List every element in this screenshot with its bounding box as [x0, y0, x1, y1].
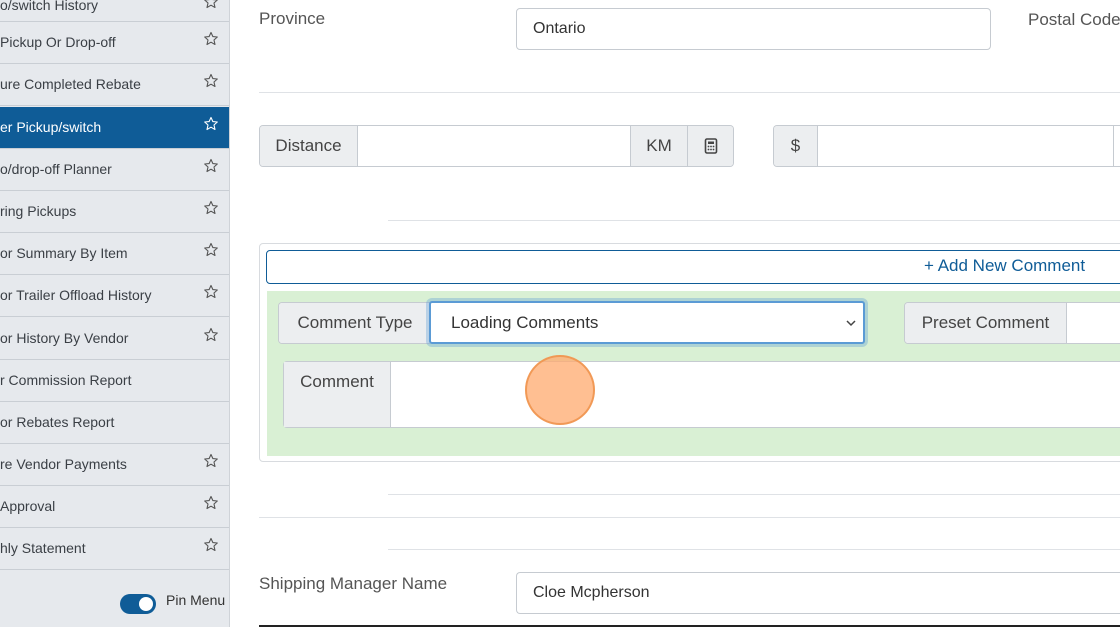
star-icon[interactable]	[203, 31, 219, 47]
sidebar-item[interactable]: Pickup Or Drop-off	[0, 22, 229, 64]
star-icon[interactable]	[203, 453, 219, 469]
preset-comment-select[interactable]	[1067, 303, 1120, 343]
click-indicator	[525, 355, 595, 425]
province-label: Province	[259, 9, 326, 28]
chevron-down-icon	[846, 320, 856, 327]
comment-type-select[interactable]: Loading Comments	[429, 301, 865, 344]
comment-type-value: Loading Comments	[451, 313, 599, 332]
star-icon[interactable]	[203, 200, 219, 216]
star-icon[interactable]	[203, 158, 219, 174]
sidebar-item[interactable]: or History By Vendor	[0, 318, 229, 360]
amount-addon-edge	[1113, 126, 1114, 166]
comment-textarea-group: Comment	[283, 361, 1120, 428]
province-input[interactable]: Ontario	[516, 8, 991, 50]
sidebar-item[interactable]: ure Completed Rebate	[0, 64, 229, 106]
sidebar-item-label: or Rebates Report	[0, 414, 115, 430]
calculator-button[interactable]	[688, 126, 733, 166]
sidebar-item-label: er Pickup/switch	[0, 119, 102, 135]
distance-input[interactable]	[358, 126, 630, 166]
comment-textarea[interactable]	[392, 362, 1120, 427]
sidebar-item-label: Pickup Or Drop-off	[0, 34, 116, 50]
sidebar-item[interactable]: hly Statement	[0, 528, 229, 570]
comment-type-addon-wrap: Comment Type	[278, 302, 430, 344]
star-icon[interactable]	[203, 284, 219, 300]
preset-comment-group: Preset Comment	[904, 302, 1120, 344]
sidebar-item-label: o/drop-off Planner	[0, 161, 112, 177]
star-icon[interactable]	[203, 327, 219, 343]
sidebar-item-label: ring Pickups	[0, 203, 77, 219]
sidebar-item[interactable]: o/drop-off Planner	[0, 149, 229, 191]
sidebar-item-label: or Summary By Item	[0, 245, 128, 261]
sidebar-item-label: or History By Vendor	[0, 330, 129, 346]
amount-group: $	[773, 125, 1120, 167]
divider	[259, 92, 1120, 93]
currency-symbol: $	[774, 126, 818, 166]
sidebar-item[interactable]: er Pickup/switch	[0, 107, 229, 149]
postal-code-label: Postal Code	[1028, 10, 1120, 29]
star-icon[interactable]	[203, 242, 219, 258]
sidebar-item[interactable]: re Vendor Payments	[0, 444, 229, 486]
pin-menu-label: Pin Menu	[166, 592, 226, 608]
sidebar-item[interactable]: ring Pickups	[0, 191, 229, 233]
sidebar-item[interactable]: o/switch History	[0, 0, 229, 22]
sidebar-item[interactable]: or Trailer Offload History	[0, 275, 229, 317]
divider	[388, 494, 1120, 495]
pin-menu-toggle[interactable]	[120, 594, 156, 614]
sidebar-menu: o/switch History Pickup Or Drop-off ure Co…	[0, 0, 230, 627]
km-unit: KM	[630, 126, 688, 166]
preset-comment-label: Preset Comment	[905, 303, 1067, 343]
sidebar-item-label: re Vendor Payments	[0, 456, 127, 472]
distance-label: Distance	[260, 126, 358, 166]
divider	[388, 220, 1120, 221]
star-icon[interactable]	[203, 116, 219, 132]
divider	[388, 549, 1120, 550]
sidebar-item-label: r Commission Report	[0, 372, 132, 388]
star-icon[interactable]	[203, 0, 219, 10]
sidebar-item[interactable]: or Rebates Report	[0, 402, 229, 444]
distance-group: Distance KM	[259, 125, 734, 167]
add-new-comment-link[interactable]: + Add New Comment	[924, 256, 1085, 276]
star-icon[interactable]	[203, 73, 219, 89]
sidebar-item-label: or Trailer Offload History	[0, 287, 152, 303]
sidebar-item-label: o/switch History	[0, 0, 99, 13]
comment-label: Comment	[284, 362, 391, 427]
sidebar-item[interactable]: or Summary By Item	[0, 233, 229, 275]
shipping-manager-input[interactable]: Cloe Mcpherson	[516, 572, 1120, 614]
shipping-manager-label: Shipping Manager Name	[259, 574, 448, 593]
sidebar-item-label: hly Statement	[0, 540, 86, 556]
divider	[259, 517, 1120, 518]
sidebar-item-label: ure Completed Rebate	[0, 76, 141, 92]
comment-type-label: Comment Type	[279, 303, 430, 343]
calculator-icon	[704, 138, 718, 154]
sidebar-item[interactable]: r Commission Report	[0, 360, 229, 402]
star-icon[interactable]	[203, 495, 219, 511]
pin-menu-row: Pin Menu	[0, 578, 229, 627]
sidebar-item[interactable]: Approval	[0, 486, 229, 528]
sidebar-item-label: Approval	[0, 498, 56, 514]
amount-input[interactable]	[818, 126, 1113, 166]
star-icon[interactable]	[203, 537, 219, 553]
